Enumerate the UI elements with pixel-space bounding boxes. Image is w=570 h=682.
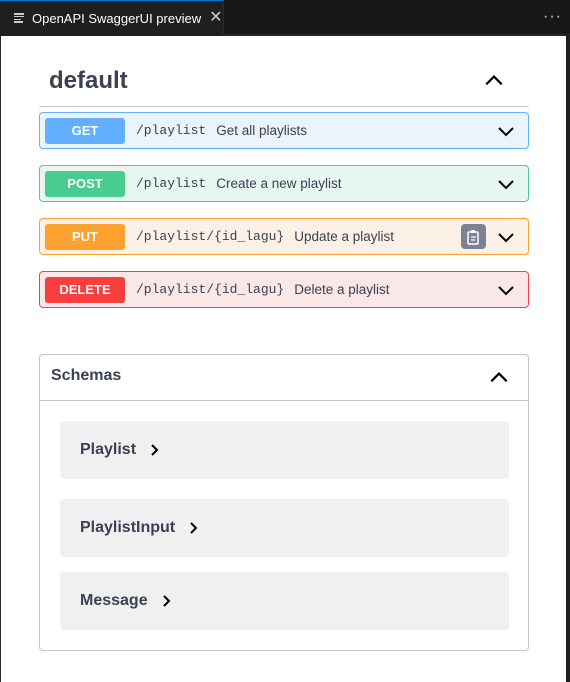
operation-summary: Create a new playlist [216, 176, 342, 191]
operation-get-playlist[interactable]: GET /playlist Get all playlists [39, 112, 529, 149]
operation-summary: Get all playlists [216, 123, 308, 138]
chevron-right-icon[interactable] [150, 444, 160, 456]
operation-post-playlist[interactable]: POST /playlist Create a new playlist [39, 165, 529, 202]
chevron-right-icon[interactable] [162, 595, 172, 607]
method-badge-delete: DELETE [45, 276, 125, 303]
chevron-down-icon[interactable] [496, 280, 516, 300]
operation-path: /playlist/{id_lagu} [136, 282, 285, 297]
schemas-section: Schemas Playlist PlaylistInput Message [39, 354, 529, 651]
chevron-down-icon[interactable] [496, 227, 516, 247]
operation-path: /playlist [136, 176, 207, 191]
clipboard-icon [467, 229, 479, 245]
operation-path: /playlist/{id_lagu} [136, 229, 285, 244]
scrollbar-gutter [566, 36, 570, 682]
editor-tab-bar: OpenAPI SwaggerUI preview ✕ ··· [0, 0, 570, 35]
close-icon[interactable]: ✕ [209, 10, 222, 26]
operation-put-playlist[interactable]: PUT /playlist/{id_lagu} Update a playlis… [39, 218, 529, 255]
method-badge-post: POST [45, 170, 125, 197]
method-badge-get: GET [45, 117, 125, 144]
schema-model-name: PlaylistInput [80, 519, 176, 536]
method-badge-put: PUT [45, 223, 125, 250]
chevron-down-icon[interactable] [496, 174, 516, 194]
schema-model-playlistinput[interactable]: PlaylistInput [60, 499, 509, 557]
section-header-default[interactable]: default [39, 60, 529, 107]
section-title: default [49, 67, 128, 94]
copy-to-clipboard-button[interactable] [461, 224, 486, 249]
chevron-up-icon[interactable] [488, 367, 510, 389]
schema-model-playlist[interactable]: Playlist [60, 421, 509, 479]
operation-delete-playlist[interactable]: DELETE /playlist/{id_lagu} Delete a play… [39, 271, 529, 308]
schema-model-name: Message [80, 592, 148, 609]
schemas-title: Schemas [51, 367, 122, 384]
operation-summary: Delete a playlist [294, 282, 390, 297]
preview-file-icon [14, 12, 26, 24]
operation-path: /playlist [136, 123, 207, 138]
tab-swagger-preview[interactable]: OpenAPI SwaggerUI preview ✕ [0, 0, 224, 35]
schema-model-name: Playlist [80, 441, 137, 458]
chevron-down-icon[interactable] [496, 121, 516, 141]
tab-title: OpenAPI SwaggerUI preview [32, 10, 202, 26]
schema-model-message[interactable]: Message [60, 572, 509, 630]
operation-summary: Update a playlist [294, 229, 395, 244]
chevron-right-icon[interactable] [189, 522, 199, 534]
chevron-up-icon[interactable] [483, 70, 505, 92]
more-actions-icon[interactable]: ··· [543, 8, 562, 26]
schemas-header[interactable]: Schemas [40, 355, 528, 401]
